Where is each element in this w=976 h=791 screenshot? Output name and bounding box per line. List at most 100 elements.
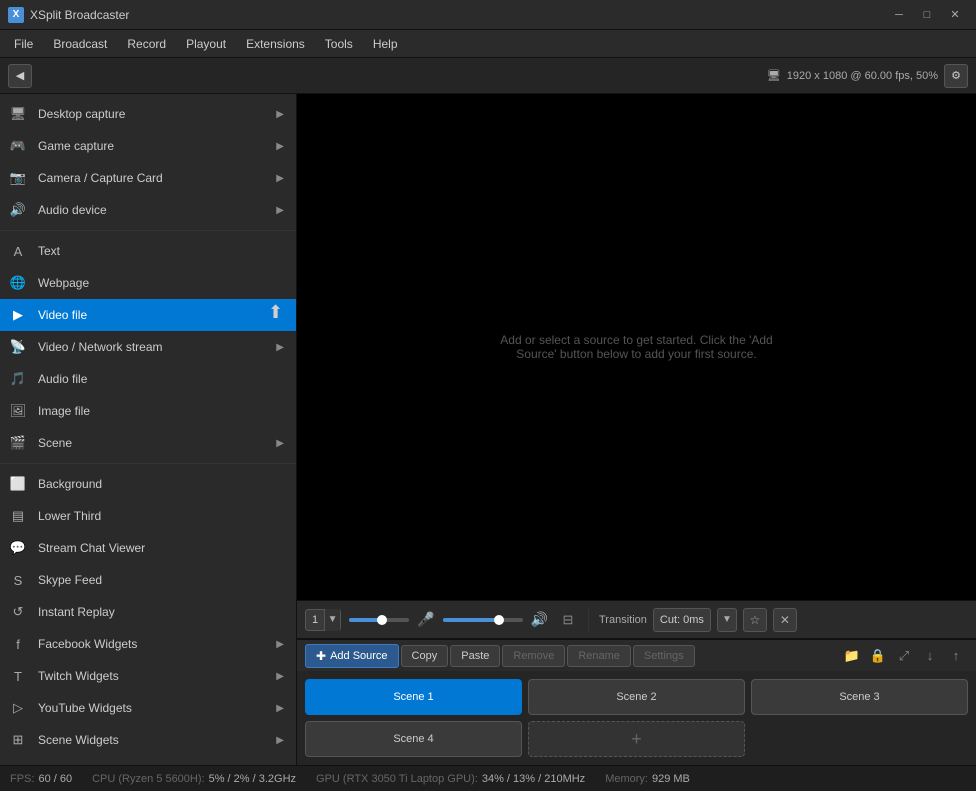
close-button[interactable]: ✕ [942, 5, 968, 25]
app-title: XSplit Broadcaster [30, 8, 886, 22]
menu-extensions[interactable]: Extensions [236, 33, 315, 55]
menu-record[interactable]: Record [117, 33, 176, 55]
menu-item-label: Skype Feed [38, 573, 284, 587]
back-button[interactable]: ◀ [8, 64, 32, 88]
add-source-button[interactable]: ✚ Add Source [305, 644, 399, 668]
menu-tools[interactable]: Tools [315, 33, 363, 55]
cpu-label: CPU (Ryzen 5 5600H): [92, 773, 205, 785]
menu-item-label: Camera / Capture Card [38, 171, 276, 185]
scene-button-4[interactable]: Scene 4 [305, 721, 522, 757]
menu-item-webpage[interactable]: 🌐Webpage [0, 267, 296, 299]
menu-file[interactable]: File [4, 33, 43, 55]
menu-item-image-file[interactable]: 🖼Image file [0, 395, 296, 427]
menu-help[interactable]: Help [363, 33, 408, 55]
menu-item-text[interactable]: AText [0, 235, 296, 267]
move-down-icon[interactable]: ↓ [918, 644, 942, 668]
menu-item-label: Instant Replay [38, 605, 284, 619]
menu-item-camera---capture-card[interactable]: 📷Camera / Capture Card▶ [0, 162, 296, 194]
scene-button-2[interactable]: Scene 2 [528, 679, 745, 715]
menu-item-video-file[interactable]: ▶Video file [0, 299, 296, 331]
menu-item-instant-replay[interactable]: ↺ Instant Replay [0, 596, 296, 628]
scene-button-1[interactable]: Scene 1 [305, 679, 522, 715]
menu-item-label: Scene Widgets [38, 733, 276, 747]
menu-item-facebook-widgets[interactable]: f Facebook Widgets▶ [0, 628, 296, 660]
menu-item-arrow: ▶ [276, 703, 284, 714]
menu-item-background[interactable]: ⬜Background [0, 468, 296, 500]
transition-dropdown-btn[interactable]: ▼ [717, 608, 737, 632]
menu-item-arrow: ▶ [276, 173, 284, 184]
menu-item-label: Stream Chat Viewer [38, 541, 284, 555]
cpu-status: CPU (Ryzen 5 5600H): 5% / 2% / 3.2GHz [92, 773, 296, 785]
remove-button[interactable]: Remove [502, 645, 565, 667]
preview-placeholder: Add or select a source to get started. C… [467, 313, 807, 381]
main-area: 🖥Desktop capture▶🎮Game capture▶📷Camera /… [0, 94, 976, 765]
mixer-icon[interactable]: ⊟ [556, 608, 580, 632]
menu-item-icon-1: 🎮 [8, 136, 28, 156]
menu-item-icon-4: ↺ [8, 602, 28, 622]
cpu-value: 5% / 2% / 3.2GHz [209, 773, 296, 785]
menu-item-arrow: ▶ [276, 639, 284, 650]
monitor-icon: 🖥 [767, 69, 781, 82]
page-down-arrow[interactable]: ▼ [324, 609, 340, 631]
menu-item-scene-widgets[interactable]: ⊞ Scene Widgets▶ [0, 724, 296, 756]
move-up-icon[interactable]: ↑ [944, 644, 968, 668]
volume-thumb[interactable] [377, 615, 387, 625]
sources-dropdown: 🖥Desktop capture▶🎮Game capture▶📷Camera /… [0, 94, 297, 765]
menu-item-scene[interactable]: 🎬Scene▶ [0, 427, 296, 459]
menu-item-icon-5: 🖼 [8, 401, 28, 421]
menu-item-youtube-widgets[interactable]: ▷YouTube Widgets▶ [0, 692, 296, 724]
menu-section-1: AText🌐Webpage▶Video file📡Video / Network… [0, 231, 296, 464]
menu-item-audio-device[interactable]: 🔊Audio device▶ [0, 194, 296, 226]
folder-icon[interactable]: 📁 [840, 644, 864, 668]
copy-button[interactable]: Copy [401, 645, 449, 667]
menu-section-0: 🖥Desktop capture▶ 🎮 Game capture ▶📷Camera /… [0, 94, 296, 231]
menu-item-skype-feed[interactable]: SSkype Feed [0, 564, 296, 596]
paste-label: Paste [461, 650, 489, 662]
settings-source-button[interactable]: Settings [633, 645, 695, 667]
menu-item-icon-9: ⊕ [8, 762, 28, 765]
menu-item-video---network-stream[interactable]: 📡Video / Network stream▶ [0, 331, 296, 363]
menu-item-desktop-capture[interactable]: 🖥Desktop capture▶ [0, 98, 296, 130]
minimize-button[interactable]: ─ [886, 5, 912, 25]
transition-favorite-btn[interactable]: ☆ [743, 608, 767, 632]
menu-item-icon-1: 🌐 [8, 273, 28, 293]
lock-icon[interactable]: 🔒 [866, 644, 890, 668]
menu-broadcast[interactable]: Broadcast [43, 33, 117, 55]
menu-item-audio-file[interactable]: 🎵Audio file [0, 363, 296, 395]
menu-item-arrow: ▶ [276, 735, 284, 746]
rename-button[interactable]: Rename [567, 645, 631, 667]
transition-select[interactable]: Cut: 0ms [653, 608, 711, 632]
mic-icon[interactable]: 🎤 [417, 611, 434, 628]
paste-button[interactable]: Paste [450, 645, 500, 667]
playback-controls: 1 ▼ 🎤 🔊 ⊟ Transi [297, 600, 976, 638]
mic-thumb[interactable] [494, 615, 504, 625]
menu-playout[interactable]: Playout [176, 33, 236, 55]
sources-toolbar: ✚ Add Source Copy Paste Remove Rename Se… [297, 639, 976, 671]
transition-label: Transition [599, 614, 647, 626]
resize-icon[interactable]: ⤢ [892, 644, 916, 668]
transition-close-btn[interactable]: ✕ [773, 608, 797, 632]
menu-item-game-capture[interactable]: 🎮Game capture▶ [0, 130, 296, 162]
menu-item-label: Game capture [38, 139, 276, 153]
menu-item-icon-0: 🖥 [8, 104, 28, 124]
menu-item-lower-third[interactable]: ▤Lower Third [0, 500, 296, 532]
menu-item-label: Facebook Widgets [38, 637, 276, 651]
volume-slider[interactable] [349, 618, 409, 622]
add-scene-button[interactable]: + [528, 721, 745, 757]
menu-item-arrow: ▶ [276, 342, 284, 353]
settings-button[interactable]: ⚙ [944, 64, 968, 88]
scene-button-3[interactable]: Scene 3 [751, 679, 968, 715]
menu-item-twitch-widgets[interactable]: TTwitch Widgets▶ [0, 660, 296, 692]
menu-item-label: Twitch Widgets [38, 669, 276, 683]
mic-fill [443, 618, 499, 622]
menu-item-icon-5: f [8, 634, 28, 654]
menu-item-find-more-sources---[interactable]: ⊕Find more sources... [0, 756, 296, 765]
menu-bar: File Broadcast Record Playout Extensions… [0, 30, 976, 58]
mic-slider[interactable] [443, 618, 523, 622]
menu-item-icon-6: T [8, 666, 28, 686]
menu-item-icon-8: ⊞ [8, 730, 28, 750]
menu-item-stream-chat-viewer[interactable]: 💬Stream Chat Viewer [0, 532, 296, 564]
volume-icon[interactable]: 🔊 [531, 611, 548, 628]
maximize-button[interactable]: □ [914, 5, 940, 25]
preview-area: Add or select a source to get started. C… [297, 94, 976, 600]
